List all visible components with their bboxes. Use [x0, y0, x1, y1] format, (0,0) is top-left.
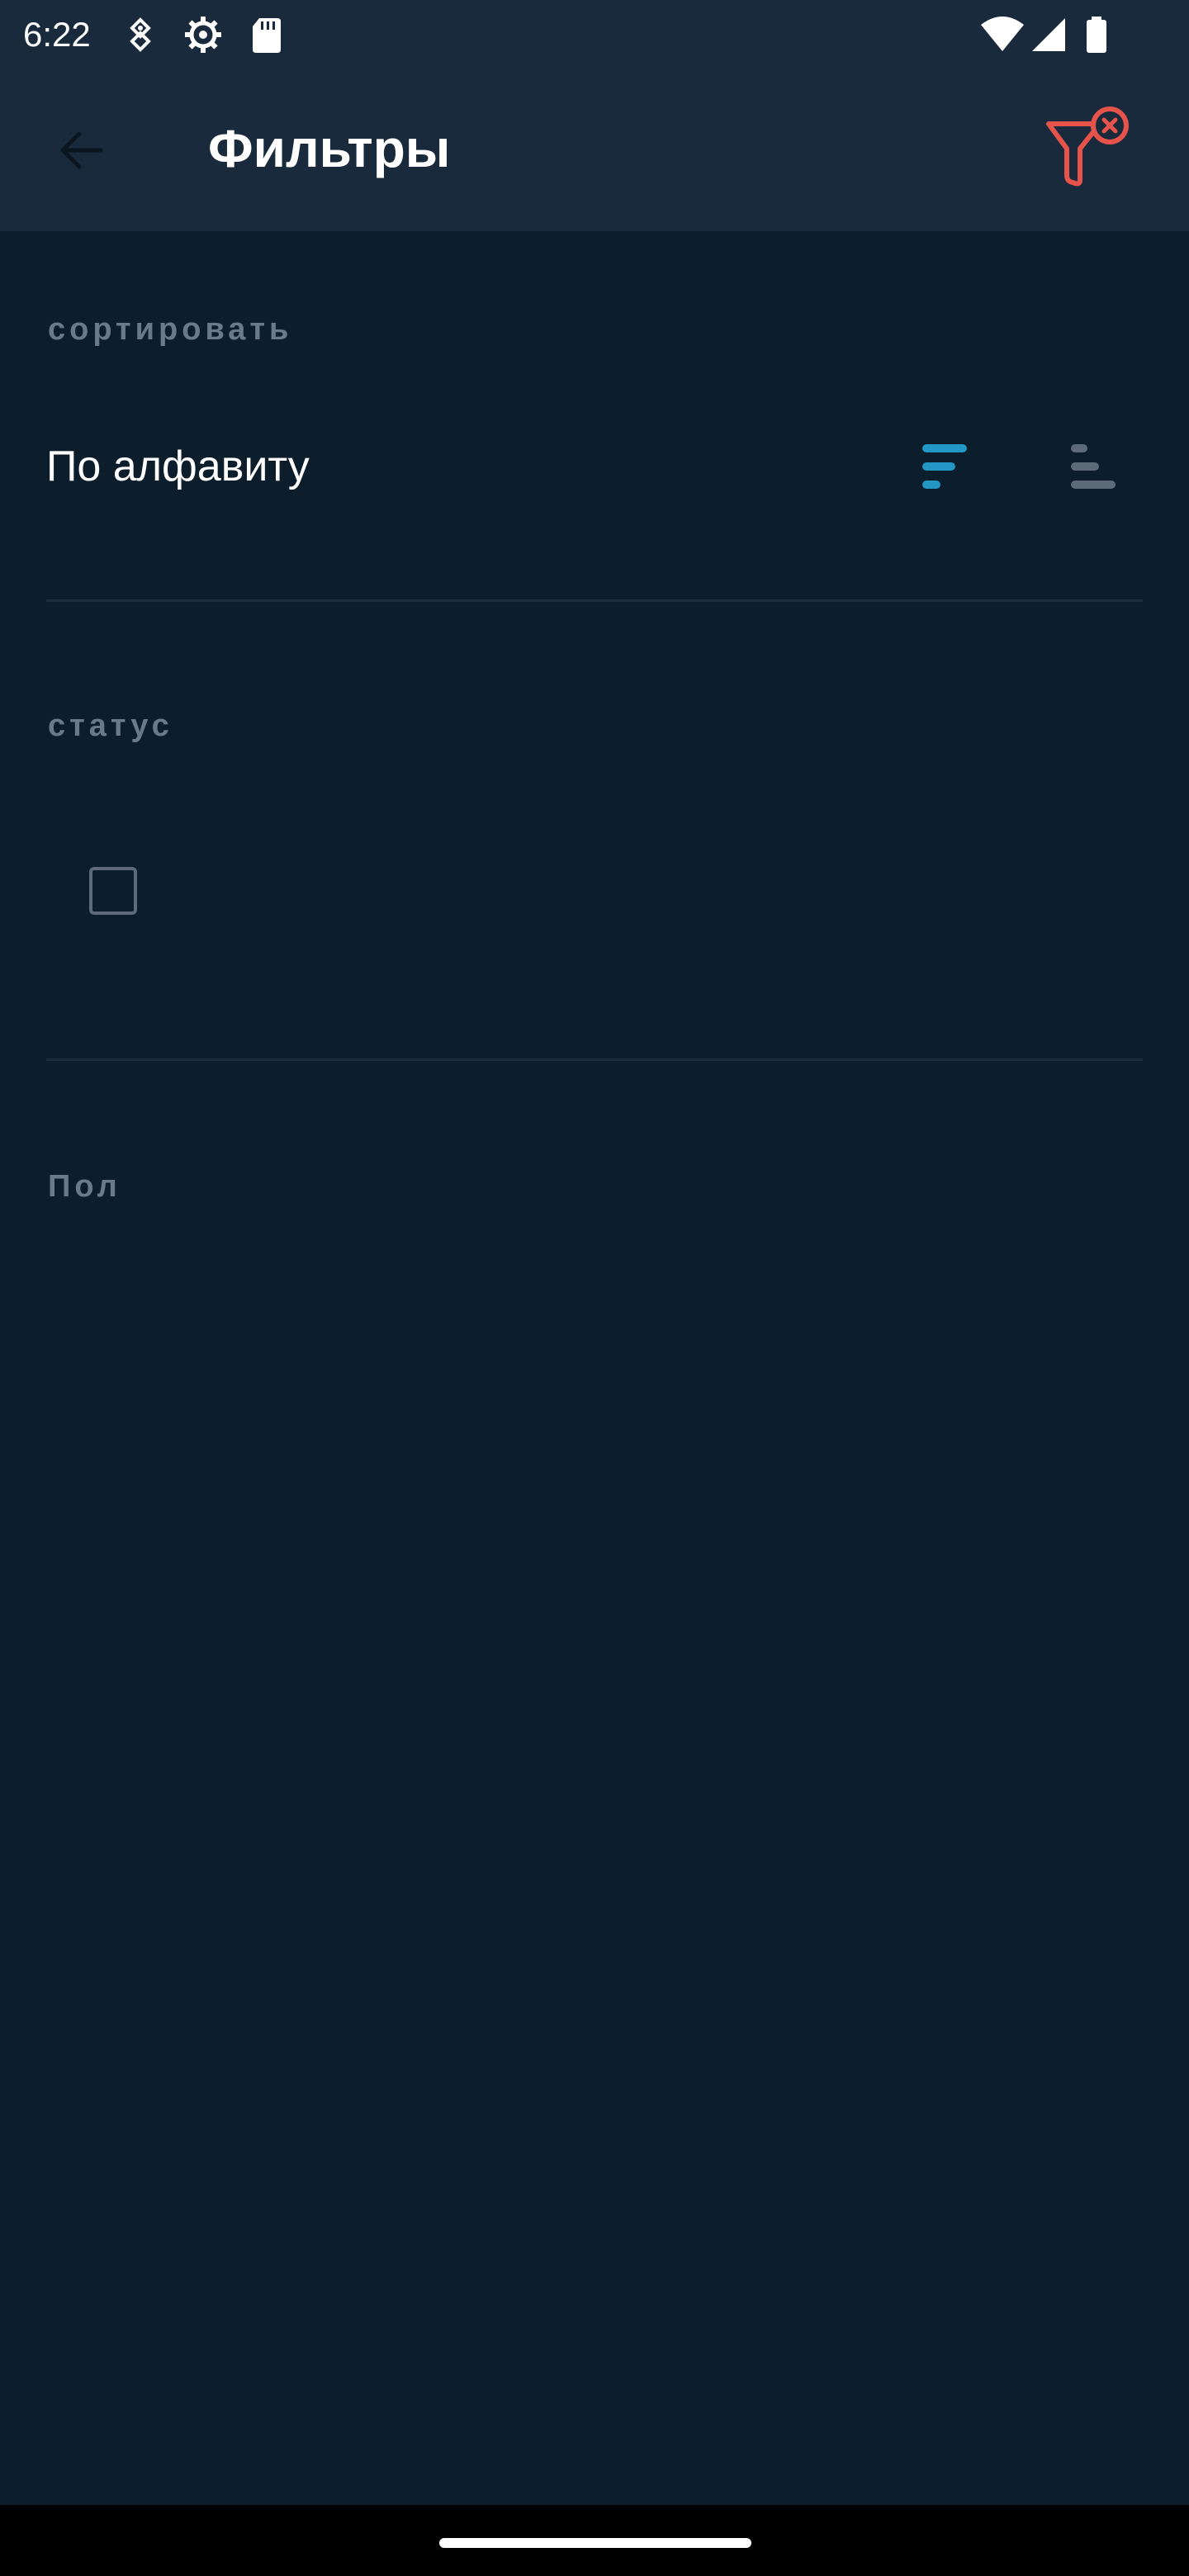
sort-descending-button[interactable]: [1052, 429, 1135, 504]
sort-row: По алфавиту: [0, 396, 1189, 537]
sd-card-icon: [253, 18, 281, 53]
battery-icon: [1087, 17, 1106, 53]
filter-remove-icon: [1046, 107, 1129, 187]
divider: [46, 599, 1143, 602]
arrow-left-icon: [60, 131, 103, 169]
sort-descending-icon: [1071, 444, 1116, 489]
sort-section-header: сортировать: [48, 312, 293, 347]
sort-ascending-icon: [922, 444, 967, 489]
home-gesture-handle[interactable]: [439, 2538, 751, 2548]
settings-gear-icon: [185, 17, 221, 53]
sort-ascending-button[interactable]: [903, 429, 986, 504]
page-title: Фильтры: [208, 119, 451, 178]
wifi-icon: [981, 17, 1024, 51]
usb-debug-icon: [130, 17, 151, 52]
status-section-header: статус: [48, 708, 173, 743]
status-bar: 6:22: [0, 0, 1189, 69]
status-time: 6:22: [23, 15, 91, 54]
navigation-bar: [0, 2505, 1189, 2576]
back-button[interactable]: [41, 111, 121, 190]
clear-filters-button[interactable]: [1042, 106, 1133, 197]
cell-signal-icon: [1032, 18, 1065, 51]
divider: [46, 1058, 1143, 1061]
sort-option-label: По алфавиту: [46, 443, 310, 490]
toolbar: Фильтры: [0, 69, 1189, 231]
gender-section-header: Пол: [48, 1169, 121, 1204]
status-checkbox[interactable]: [89, 867, 137, 915]
